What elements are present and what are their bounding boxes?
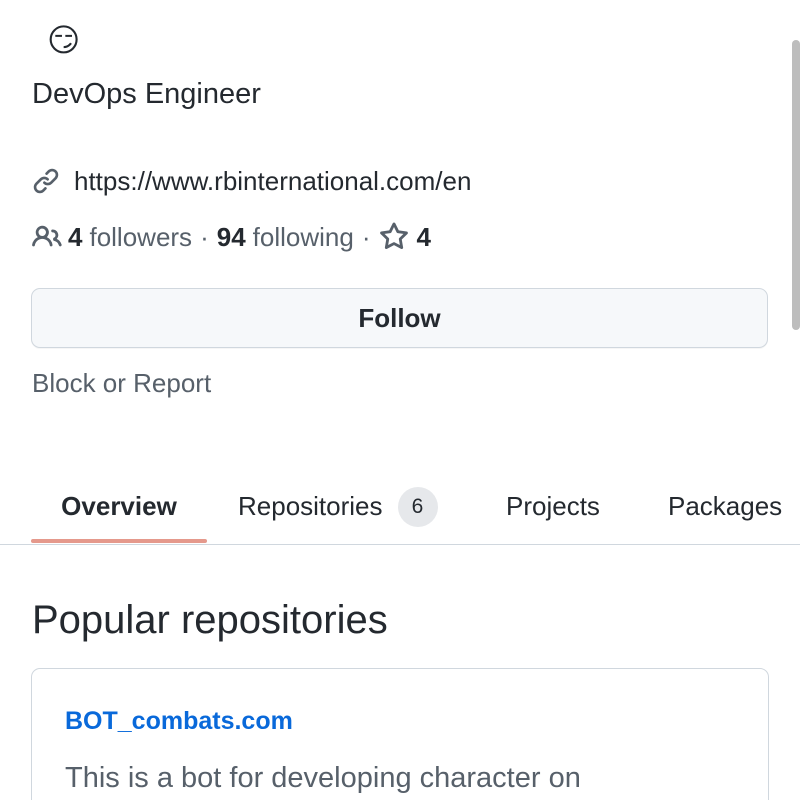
- tab-packages-label: Packages: [668, 491, 783, 521]
- followers-label: followers: [89, 221, 193, 252]
- tab-overview[interactable]: Overview: [31, 470, 207, 543]
- repo-card: BOT_combats.com This is a bot for develo…: [31, 668, 769, 800]
- people-icon: [32, 225, 62, 247]
- website-url[interactable]: https://www.rbinternational.com/en: [74, 166, 471, 197]
- tab-overview-label: Overview: [61, 491, 177, 521]
- repo-name-link[interactable]: BOT_combats.com: [65, 707, 293, 736]
- link-icon: [33, 168, 59, 194]
- tab-repositories[interactable]: Repositories 6: [238, 470, 438, 543]
- profile-stats: 4 followers · 94 following · 4: [32, 219, 438, 255]
- following-count: 94: [216, 221, 246, 252]
- star-icon: [379, 222, 408, 250]
- followers-count: 4: [68, 221, 83, 252]
- popular-repositories-heading: Popular repositories: [32, 598, 388, 642]
- profile-tabs: Overview Repositories 6 Projects Package…: [0, 470, 800, 545]
- profile-page: 😏 DevOps Engineer https://www.rbinternat…: [0, 0, 800, 800]
- repo-description: This is a bot for developing character o…: [65, 762, 581, 794]
- tab-projects[interactable]: Projects: [506, 470, 600, 543]
- stars-count: 4: [416, 221, 431, 252]
- block-or-report-link[interactable]: Block or Report: [32, 368, 211, 399]
- tab-packages[interactable]: Packages: [668, 470, 782, 543]
- following-link[interactable]: 94 following: [217, 222, 354, 253]
- separator-dot: ·: [361, 221, 371, 252]
- following-label: following: [252, 221, 354, 252]
- tab-repositories-label: Repositories: [238, 491, 383, 521]
- stars-link[interactable]: 4: [379, 222, 438, 253]
- followers-link[interactable]: 4 followers: [68, 222, 192, 253]
- scrollbar[interactable]: [792, 40, 800, 330]
- profile-bio: DevOps Engineer: [32, 78, 261, 110]
- status-emoji[interactable]: 😏: [47, 20, 87, 60]
- follow-button[interactable]: Follow: [31, 288, 768, 348]
- website-link[interactable]: https://www.rbinternational.com/en: [32, 163, 471, 199]
- separator-dot: ·: [200, 221, 209, 252]
- tab-projects-label: Projects: [506, 491, 600, 521]
- repositories-count-badge: 6: [397, 486, 438, 527]
